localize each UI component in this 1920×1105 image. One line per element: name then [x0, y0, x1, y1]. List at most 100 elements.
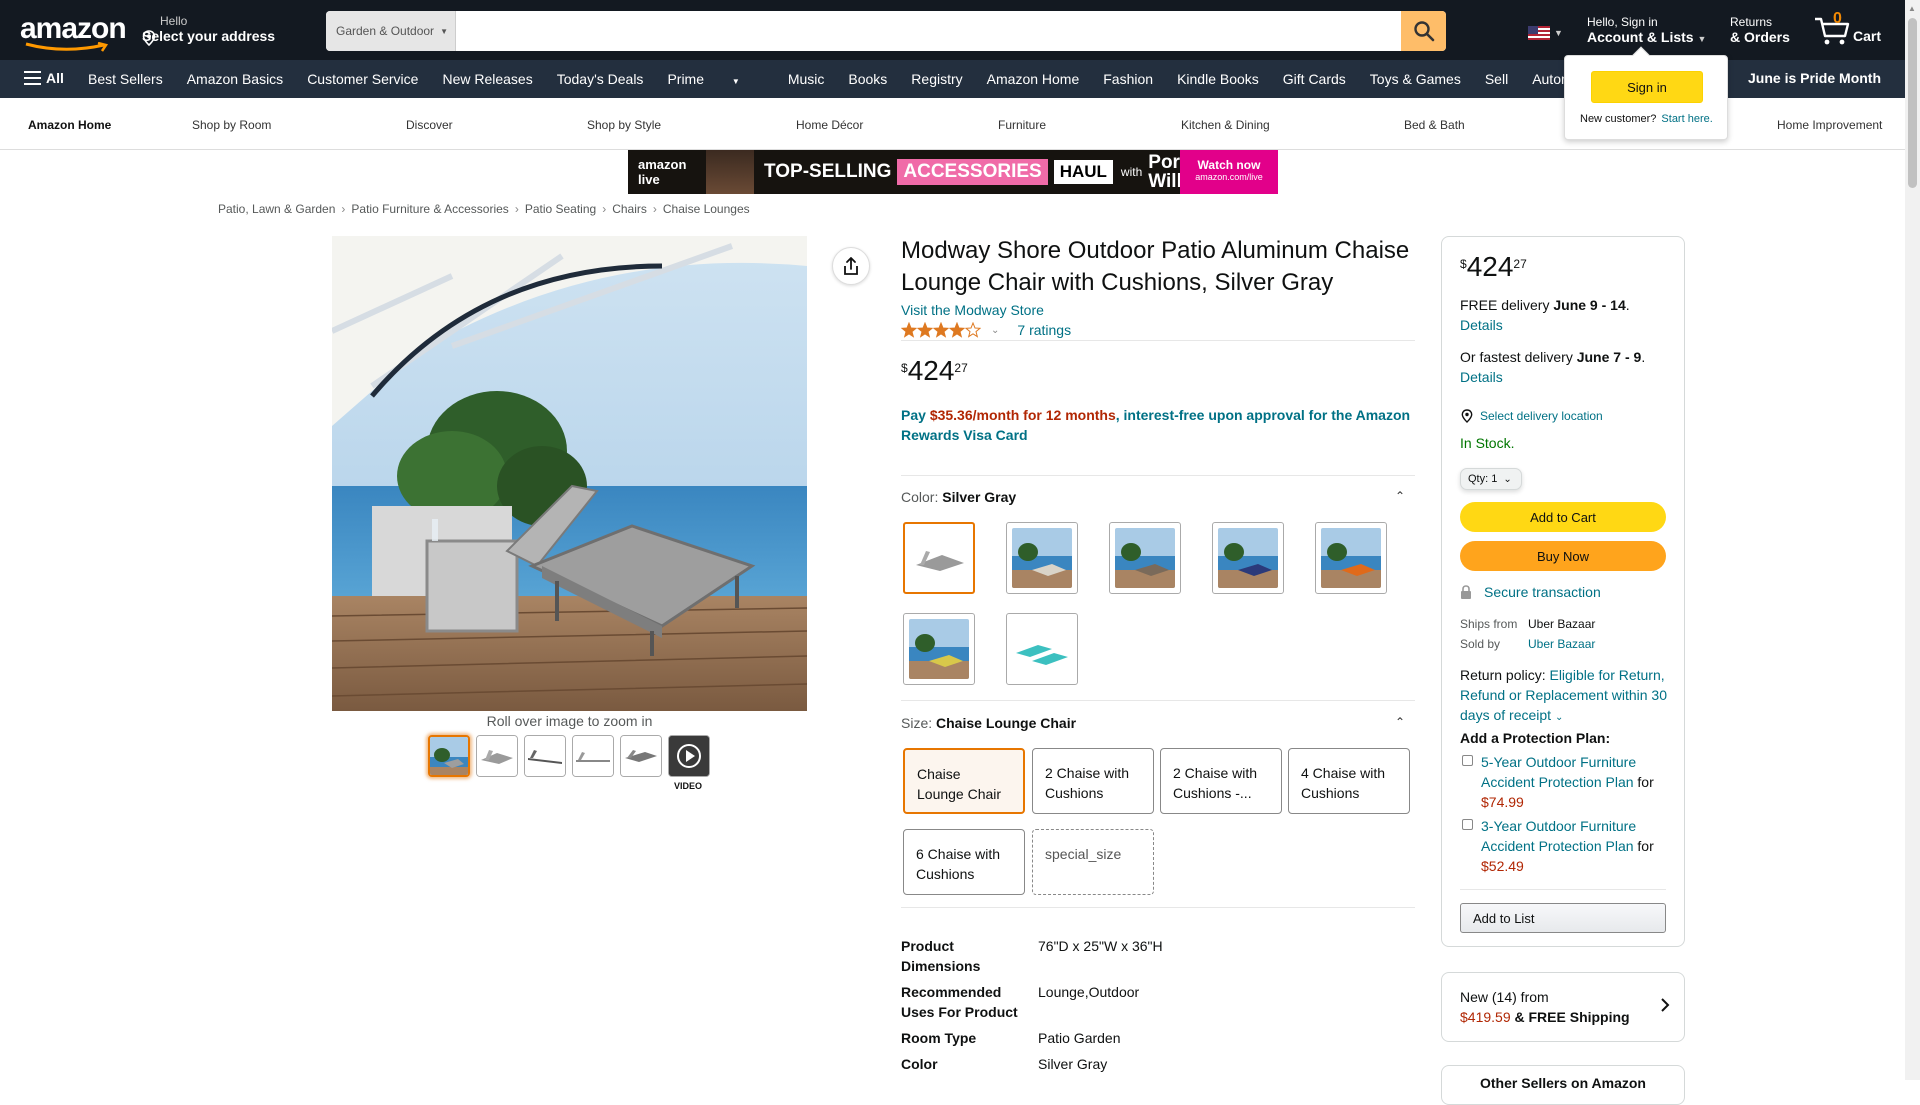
scroll-up-arrow-icon[interactable]: ▲ [1908, 4, 1916, 13]
subnav-item-sell[interactable]: Sell [1485, 71, 1508, 87]
protection-plan-5yr-checkbox[interactable] [1462, 755, 1473, 766]
storenav-item-amazon-home[interactable]: Amazon Home [28, 118, 111, 132]
subnav-item-prime-label: Prime [667, 71, 704, 87]
financing-offer[interactable]: Pay $35.36/month for 12 months, interest… [901, 405, 1421, 445]
storenav-item-bed-bath[interactable]: Bed & Bath [1404, 118, 1465, 132]
secure-transaction[interactable]: Secure transaction [1460, 584, 1601, 600]
promo-link[interactable]: June is Pride Month [1748, 70, 1881, 86]
subnav-item-new-releases[interactable]: New Releases [442, 71, 532, 87]
search-category-dropdown[interactable]: Garden & Outdoor ▼ [326, 11, 456, 51]
add-to-cart-button[interactable]: Add to Cart [1460, 502, 1666, 532]
thumbnail-5[interactable] [620, 735, 662, 777]
color-swatch-5[interactable] [1315, 522, 1387, 594]
storenav-item-home-improvement[interactable]: Home Improvement [1777, 118, 1882, 132]
subnav-item-music[interactable]: Music [788, 71, 825, 87]
thumbnail-2[interactable] [476, 735, 518, 777]
other-sellers-box[interactable]: Other Sellers on Amazon [1441, 1065, 1685, 1105]
chevron-down-icon[interactable]: ⌄ [991, 325, 999, 336]
storenav-item-kitchen-dining[interactable]: Kitchen & Dining [1181, 118, 1270, 132]
sold-by-link[interactable]: Uber Bazaar [1528, 637, 1595, 651]
us-flag-icon[interactable] [1528, 26, 1550, 40]
storenav-item-shop-by-style[interactable]: Shop by Style [587, 118, 661, 132]
free-delivery-details-link[interactable]: Details [1460, 317, 1503, 333]
breadcrumb-patio-seating[interactable]: Patio Seating [525, 202, 596, 216]
thumbnail-video[interactable] [668, 735, 710, 777]
subnav-item-amazon-basics[interactable]: Amazon Basics [187, 71, 283, 87]
select-delivery-location[interactable]: Select delivery location [1460, 409, 1603, 423]
star-full-icon [949, 322, 965, 338]
storenav-item-furniture[interactable]: Furniture [998, 118, 1046, 132]
breadcrumb-separator-icon: › [602, 202, 607, 216]
size-option-4-chaise[interactable]: 4 Chaise with Cushions [1288, 748, 1410, 814]
subnav-item-amazon-home[interactable]: Amazon Home [987, 71, 1080, 87]
star-rating[interactable] [901, 322, 981, 338]
buy-now-button[interactable]: Buy Now [1460, 541, 1666, 571]
color-swatch-2[interactable] [1006, 522, 1078, 594]
fastest-delivery-details-link[interactable]: Details [1460, 369, 1503, 385]
quantity-dropdown[interactable]: Qty: 1 ⌄ [1460, 468, 1522, 490]
subnav-item-todays-deals[interactable]: Today's Deals [557, 71, 644, 87]
banner-accessories-text: ACCESSORIES [897, 159, 1048, 185]
size-option-2-chaise-variant[interactable]: 2 Chaise with Cushions -... [1160, 748, 1282, 814]
new-offers-box[interactable]: New (14) from $419.59 & FREE Shipping [1441, 972, 1685, 1042]
subnav-item-fashion[interactable]: Fashion [1103, 71, 1153, 87]
size-option-special-size[interactable]: special_size [1032, 829, 1154, 895]
chevron-up-icon[interactable]: ⌃ [1395, 715, 1405, 729]
page-scrollbar[interactable]: ▲ [1905, 0, 1920, 1080]
cart-button[interactable]: 0 Cart [1813, 10, 1893, 50]
subnav-item-kindle-books[interactable]: Kindle Books [1177, 71, 1259, 87]
subnav-item-books[interactable]: Books [848, 71, 887, 87]
account-and-lists[interactable]: Hello, Sign in Account & Lists ▼ [1587, 15, 1706, 45]
subnav-item-registry[interactable]: Registry [911, 71, 962, 87]
color-selector-header[interactable]: Color: Silver Gray ⌃ [901, 489, 1415, 505]
share-button[interactable] [832, 247, 870, 285]
price-whole: 424 [907, 355, 955, 386]
signin-button[interactable]: Sign in [1591, 71, 1703, 103]
storenav-item-discover[interactable]: Discover [406, 118, 453, 132]
chevron-down-icon[interactable]: ⌄ [1555, 712, 1563, 723]
color-swatch-6[interactable] [903, 613, 975, 685]
breadcrumb-patio-furniture[interactable]: Patio Furniture & Accessories [351, 202, 508, 216]
thumbnail-1[interactable] [428, 735, 470, 777]
color-swatch-4[interactable] [1212, 522, 1284, 594]
subnav-item-toys-games[interactable]: Toys & Games [1370, 71, 1461, 87]
breadcrumb-chairs[interactable]: Chairs [612, 202, 647, 216]
amazon-logo[interactable]: amazon [20, 12, 127, 52]
store-link[interactable]: Visit the Modway Store [901, 302, 1044, 318]
scrollbar-thumb[interactable] [1908, 18, 1917, 188]
breadcrumb-chaise-lounges[interactable]: Chaise Lounges [663, 202, 750, 216]
add-to-list-button[interactable]: Add to List [1460, 903, 1666, 933]
chevron-up-icon[interactable]: ⌃ [1395, 489, 1405, 503]
subnav-item-customer-service[interactable]: Customer Service [307, 71, 418, 87]
storenav-item-home-decor[interactable]: Home Décor [796, 118, 863, 132]
color-swatch-silver-gray[interactable] [903, 522, 975, 594]
size-selector-header[interactable]: Size: Chaise Lounge Chair ⌃ [901, 715, 1415, 731]
orders-label: & Orders [1730, 29, 1790, 45]
size-option-chaise-lounge-chair[interactable]: Chaise Lounge Chair [903, 748, 1025, 814]
all-menu-button[interactable]: All [24, 70, 64, 86]
size-option-2-chaise[interactable]: 2 Chaise with Cushions [1032, 748, 1154, 814]
fastest-delivery-dates: June 7 - 9 [1576, 349, 1642, 365]
color-swatch-7[interactable] [1006, 613, 1078, 685]
subnav-item-prime[interactable]: Prime ▼ [667, 71, 763, 87]
size-option-6-chaise[interactable]: 6 Chaise with Cushions [903, 829, 1025, 895]
search-button[interactable] [1401, 11, 1446, 51]
subnav-item-best-sellers[interactable]: Best Sellers [88, 71, 163, 87]
protection-plan-5yr-link[interactable]: 5-Year Outdoor Furniture Accident Protec… [1481, 754, 1636, 790]
search-input[interactable] [456, 11, 1401, 51]
protection-plan-3yr-link[interactable]: 3-Year Outdoor Furniture Accident Protec… [1481, 818, 1636, 854]
subnav-item-gift-cards[interactable]: Gift Cards [1283, 71, 1346, 87]
color-swatch-3[interactable] [1109, 522, 1181, 594]
protection-plan-3yr-checkbox[interactable] [1462, 819, 1473, 830]
storenav-item-shop-by-room[interactable]: Shop by Room [192, 118, 271, 132]
amazon-live-banner[interactable]: amazon live TOP-SELLING ACCESSORIES HAUL… [628, 150, 1278, 194]
secure-transaction-link[interactable]: Secure transaction [1484, 584, 1601, 600]
deliver-to[interactable]: Hello Select your address [142, 14, 275, 46]
returns-and-orders[interactable]: Returns & Orders [1730, 15, 1790, 45]
main-product-image[interactable] [332, 236, 807, 711]
select-delivery-location-link[interactable]: Select delivery location [1480, 409, 1603, 423]
ratings-count-link[interactable]: 7 ratings [1017, 322, 1071, 338]
thumbnail-3[interactable] [524, 735, 566, 777]
thumbnail-4[interactable] [572, 735, 614, 777]
breadcrumb-patio-lawn-garden[interactable]: Patio, Lawn & Garden [218, 202, 335, 216]
